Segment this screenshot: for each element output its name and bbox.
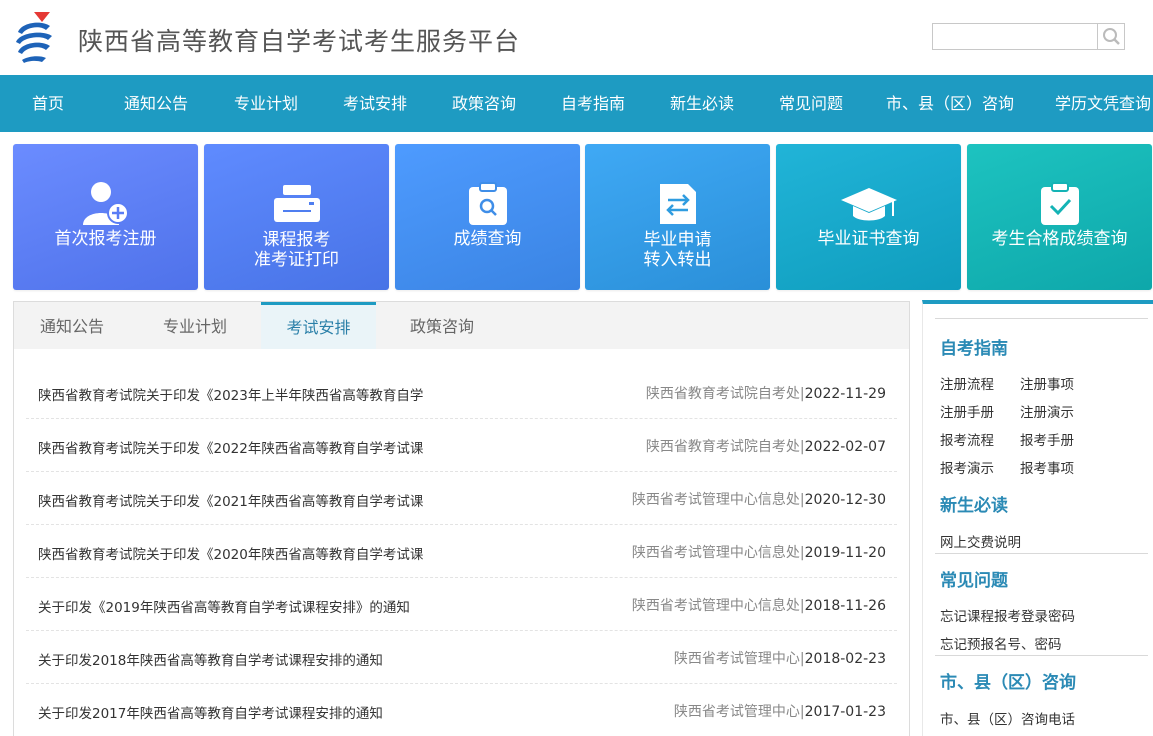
sidebar-link[interactable]: 市、县（区）咨询电话 [940,708,1075,728]
nav-item-county[interactable]: 市、县（区）咨询 [886,75,1014,132]
provincial-exam-logo[interactable] [12,10,56,64]
tab-exam-schedule[interactable]: 考试安排 [261,302,376,349]
news-date: 2018-02-23 [804,651,886,667]
news-source: 陕西省考试管理中心信息处 [631,598,800,614]
news-title[interactable]: 陕西省教育考试院关于印发《2020年陕西省高等教育自学考试课 [38,543,423,563]
news-meta: 陕西省考试管理中心信息处|2019-11-20 [631,545,886,561]
sidebar-link[interactable]: 报考手册 [1020,429,1074,449]
sidebar-link[interactable]: 忘记预报名号、密码 [940,633,1062,653]
sidebar-divider [935,318,1148,319]
tab-policy[interactable]: 政策咨询 [384,302,500,349]
news-title[interactable]: 陕西省教育考试院关于印发《2021年陕西省高等教育自学考试课 [38,490,423,510]
sidebar-link[interactable]: 报考流程 [940,429,994,449]
tile-diploma-query-label: 毕业证书查询 [817,229,920,249]
clipboard-search-icon [468,182,507,225]
news-meta: 陕西省考试管理中心信息处|2020-12-30 [631,492,886,508]
news-title[interactable]: 陕西省教育考试院关于印发《2023年上半年陕西省高等教育自学 [38,384,423,404]
news-date: 2022-11-29 [804,386,886,402]
tile-qualified-score-query-label: 考生合格成绩查询 [991,229,1128,249]
news-date: 2018-11-26 [804,598,886,614]
sidebar-link[interactable]: 注册手册 [940,401,994,421]
sidebar-link[interactable]: 报考事项 [1020,457,1074,477]
sidebar-divider [935,553,1148,554]
tile-graduation-transfer[interactable]: 毕业申请 转入转出 [585,144,770,290]
sidebar-link[interactable]: 注册事项 [1020,373,1074,393]
sidebar: 自考指南 注册流程 注册事项 注册手册 注册演示 报考流程 报考手册 报考演示 … [922,300,1153,736]
document-transfer-icon [659,184,696,224]
news-row[interactable]: 陕西省教育考试院关于印发《2022年陕西省高等教育自学考试课 陕西省教育考试院自… [26,419,897,472]
news-title[interactable]: 关于印发《2019年陕西省高等教育自学考试课程安排》的通知 [38,596,410,616]
graduation-cap-icon [840,188,897,221]
tile-graduation-transfer-label-1: 毕业申请 [643,230,712,250]
nav-item-majors[interactable]: 专业计划 [234,75,298,132]
nav-item-notices[interactable]: 通知公告 [124,75,188,132]
tab-majors[interactable]: 专业计划 [137,302,253,349]
tile-course-registration-label-1: 课程报考 [262,230,331,250]
news-row[interactable]: 关于印发2017年陕西省高等教育自学考试课程安排的通知 陕西省考试管理中心|20… [26,684,897,736]
news-row[interactable]: 关于印发2018年陕西省高等教育自学考试课程安排的通知 陕西省考试管理中心|20… [26,631,897,684]
news-source: 陕西省考试管理中心 [673,704,800,720]
news-date: 2019-11-20 [804,545,886,561]
sidebar-link[interactable]: 报考演示 [940,457,994,477]
nav-item-faq[interactable]: 常见问题 [779,75,843,132]
nav-item-diploma[interactable]: 学历文凭查询 [1055,75,1151,132]
tile-first-registration-label: 首次报考注册 [54,229,157,249]
sidebar-link[interactable]: 注册流程 [940,373,994,393]
tile-diploma-query[interactable]: 毕业证书查询 [776,144,961,290]
news-source: 陕西省考试管理中心信息处 [631,492,800,508]
tile-graduation-transfer-label-2: 转入转出 [643,250,712,270]
news-meta: 陕西省考试管理中心|2017-01-23 [673,704,886,720]
site-header: 陕西省高等教育自学考试考生服务平台 [0,0,1153,75]
nav-item-policy[interactable]: 政策咨询 [452,75,516,132]
news-meta: 陕西省教育考试院自考处|2022-11-29 [645,386,886,402]
sidebar-heading-faq[interactable]: 常见问题 [940,566,1008,591]
clipboard-check-icon [1040,182,1079,225]
search-button[interactable] [1097,24,1124,49]
printer-icon [273,185,320,222]
news-panel: 通知公告 专业计划 考试安排 政策咨询 陕西省教育考试院关于印发《2023年上半… [13,301,910,736]
tile-score-query[interactable]: 成绩查询 [395,144,580,290]
sidebar-heading-guide[interactable]: 自考指南 [940,334,1008,359]
nav-item-home[interactable]: 首页 [32,75,64,132]
news-source: 陕西省考试管理中心信息处 [631,545,800,561]
search-input[interactable] [933,24,1096,49]
site-title: 陕西省高等教育自学考试考生服务平台 [78,27,521,56]
news-meta: 陕西省考试管理中心|2018-02-23 [673,651,886,667]
sidebar-divider [935,655,1148,656]
news-title[interactable]: 陕西省教育考试院关于印发《2022年陕西省高等教育自学考试课 [38,437,423,457]
main-nav: 首页 通知公告 专业计划 考试安排 政策咨询 自考指南 新生必读 常见问题 市、… [0,75,1153,132]
sidebar-link[interactable]: 忘记课程报考登录密码 [940,605,1075,625]
tab-notices[interactable]: 通知公告 [14,302,130,349]
tile-course-registration-label-2: 准考证打印 [254,250,339,270]
news-row[interactable]: 陕西省教育考试院关于印发《2020年陕西省高等教育自学考试课 陕西省考试管理中心… [26,525,897,578]
news-meta: 陕西省教育考试院自考处|2022-02-07 [645,439,886,455]
news-source: 陕西省教育考试院自考处 [645,386,800,402]
sidebar-heading-county[interactable]: 市、县（区）咨询 [940,668,1076,693]
search-box [932,23,1125,50]
news-row[interactable]: 关于印发《2019年陕西省高等教育自学考试课程安排》的通知 陕西省考试管理中心信… [26,578,897,631]
news-row[interactable]: 陕西省教育考试院关于印发《2023年上半年陕西省高等教育自学 陕西省教育考试院自… [26,366,897,419]
nav-item-exam-schedule[interactable]: 考试安排 [343,75,407,132]
news-date: 2017-01-23 [804,704,886,720]
nav-item-newcomer[interactable]: 新生必读 [670,75,734,132]
user-add-icon [82,182,129,225]
news-source: 陕西省考试管理中心 [673,651,800,667]
search-icon [1103,28,1120,45]
news-source: 陕西省教育考试院自考处 [645,439,800,455]
sidebar-heading-newcomer[interactable]: 新生必读 [940,491,1008,516]
tile-qualified-score-query[interactable]: 考生合格成绩查询 [967,144,1152,290]
sidebar-link[interactable]: 注册演示 [1020,401,1074,421]
news-title[interactable]: 关于印发2017年陕西省高等教育自学考试课程安排的通知 [38,702,383,722]
news-row[interactable]: 陕西省教育考试院关于印发《2021年陕西省高等教育自学考试课 陕西省考试管理中心… [26,472,897,525]
sidebar-link[interactable]: 网上交费说明 [940,531,1021,551]
news-meta: 陕西省考试管理中心信息处|2018-11-26 [631,598,886,614]
tile-first-registration[interactable]: 首次报考注册 [13,144,198,290]
news-tabbar: 通知公告 专业计划 考试安排 政策咨询 [14,302,909,349]
tile-score-query-label: 成绩查询 [453,229,522,249]
news-title[interactable]: 关于印发2018年陕西省高等教育自学考试课程安排的通知 [38,649,383,669]
news-date: 2020-12-30 [804,492,886,508]
news-date: 2022-02-07 [804,439,886,455]
nav-item-guide[interactable]: 自考指南 [561,75,625,132]
tile-course-registration[interactable]: 课程报考 准考证打印 [204,144,389,290]
